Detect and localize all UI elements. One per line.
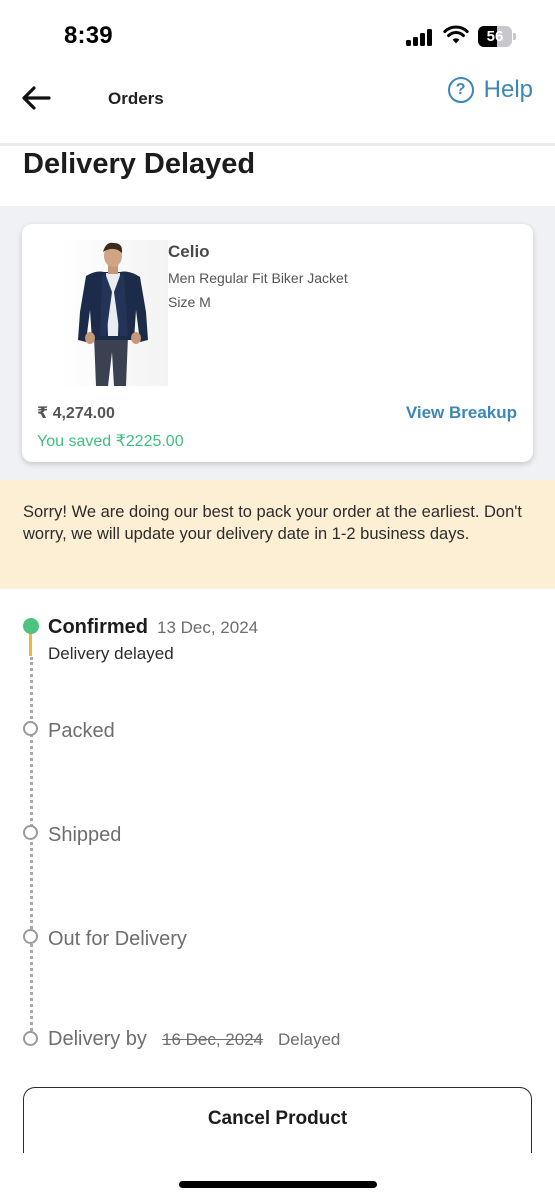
cellular-signal-icon [406,29,434,46]
step-out-for-delivery-label: Out for Delivery [48,928,187,950]
back-button[interactable] [18,82,54,114]
step-shipped-label: Shipped [48,824,122,846]
product-price: ₹ 4,274.00 [37,405,115,422]
wifi-icon [443,25,469,44]
step-delivery-label: Delivery by [48,1028,147,1050]
order-timeline: Confirmed 13 Dec, 2024 Delivery delayed … [0,600,555,1060]
status-time: 8:39 [64,22,113,49]
cancel-product-button[interactable]: Cancel Product [23,1087,532,1153]
product-section: Celio Men Regular Fit Biker Jacket Size … [0,206,555,480]
help-button[interactable]: ? Help [447,76,533,104]
step-packed-label: Packed [48,720,115,742]
view-breakup-link[interactable]: View Breakup [406,403,517,423]
product-brand: Celio [168,242,210,261]
status-bar: 8:39 56 [0,0,555,70]
home-indicator [179,1181,377,1188]
savings-label: You saved ₹2225.00 [37,433,184,450]
app-header: Orders ? Help [0,70,555,146]
step-dot-out-for-delivery [23,929,38,944]
delivery-status-badge: Delayed [278,1030,341,1049]
battery-percent: 56 [486,28,504,45]
timeline-pending-line [30,657,33,1037]
step-confirmed-status: Delivery delayed [48,644,174,663]
step-dot-delivery [23,1031,38,1046]
step-confirmed-date: 13 Dec, 2024 [157,618,259,637]
question-circle-icon: ? [447,77,474,103]
help-label: Help [483,76,533,103]
step-dot-confirmed [23,618,39,634]
page-title: Delivery Delayed [23,148,256,180]
product-size: Size M [168,294,211,310]
product-card[interactable]: Celio Men Regular Fit Biker Jacket Size … [22,224,533,462]
arrow-left-icon [22,86,51,110]
product-image [56,240,168,386]
step-confirmed-label: Confirmed [48,616,148,638]
step-dot-shipped [23,825,38,840]
step-dot-packed [23,721,38,736]
original-delivery-date: 16 Dec, 2024 [162,1030,264,1049]
product-name: Men Regular Fit Biker Jacket [168,270,348,286]
battery-icon: 56 [478,26,516,47]
header-title: Orders [108,89,164,108]
delay-notice: Sorry! We are doing our best to pack you… [0,480,555,589]
